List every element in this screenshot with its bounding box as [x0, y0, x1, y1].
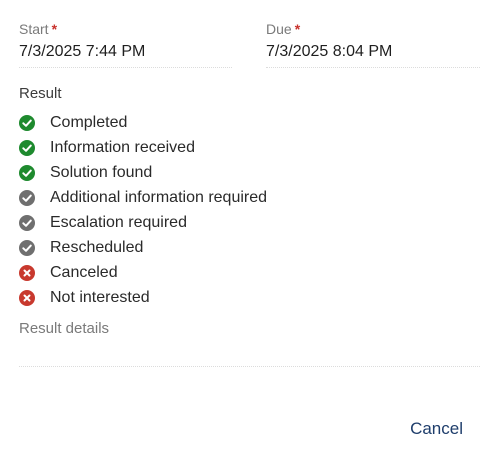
start-field-underline	[19, 67, 232, 68]
due-field-underline	[266, 67, 480, 68]
result-option-label: Completed	[50, 113, 128, 131]
check-circle-icon	[19, 239, 35, 256]
start-datetime-value[interactable]: 7/3/2025 7:44 PM	[19, 42, 232, 62]
result-details-field[interactable]	[19, 366, 480, 367]
x-circle-icon	[19, 264, 35, 281]
result-option-label: Escalation required	[50, 213, 187, 231]
required-marker: *	[294, 21, 301, 37]
check-circle-icon	[19, 139, 35, 156]
check-circle-icon	[19, 189, 35, 206]
check-circle-icon	[19, 114, 35, 131]
start-label: Start *	[19, 21, 58, 37]
result-option[interactable]: Escalation required	[19, 210, 267, 235]
result-option-label: Canceled	[50, 263, 118, 281]
activity-result-form: Start * 7/3/2025 7:44 PM Due * 7/3/2025 8:…	[0, 0, 497, 451]
start-field[interactable]: Start * 7/3/2025 7:44 PM	[19, 20, 232, 62]
result-option[interactable]: Not interested	[19, 285, 267, 310]
result-option[interactable]: Additional information required	[19, 185, 267, 210]
check-circle-icon	[19, 214, 35, 231]
due-field[interactable]: Due * 7/3/2025 8:04 PM	[266, 20, 480, 62]
result-option[interactable]: Completed	[19, 110, 267, 135]
result-option[interactable]: Rescheduled	[19, 235, 267, 260]
result-label: Result	[19, 85, 62, 102]
result-option-label: Additional information required	[50, 188, 268, 206]
result-option[interactable]: Canceled	[19, 260, 267, 285]
result-options-list: Completed Information received Solution fo…	[19, 110, 267, 310]
result-option[interactable]: Information received	[19, 135, 267, 160]
result-option-label: Solution found	[50, 163, 153, 181]
cancel-button[interactable]: Cancel	[410, 418, 463, 440]
due-datetime-value[interactable]: 7/3/2025 8:04 PM	[266, 42, 480, 62]
check-circle-icon	[19, 164, 35, 181]
result-details-label: Result details	[19, 320, 110, 337]
result-option-label: Information received	[50, 138, 195, 156]
result-option[interactable]: Solution found	[19, 160, 267, 185]
x-circle-icon	[19, 289, 35, 306]
result-option-label: Rescheduled	[50, 238, 144, 256]
due-label: Due *	[266, 21, 301, 37]
result-option-label: Not interested	[50, 288, 150, 306]
required-marker: *	[51, 21, 58, 37]
